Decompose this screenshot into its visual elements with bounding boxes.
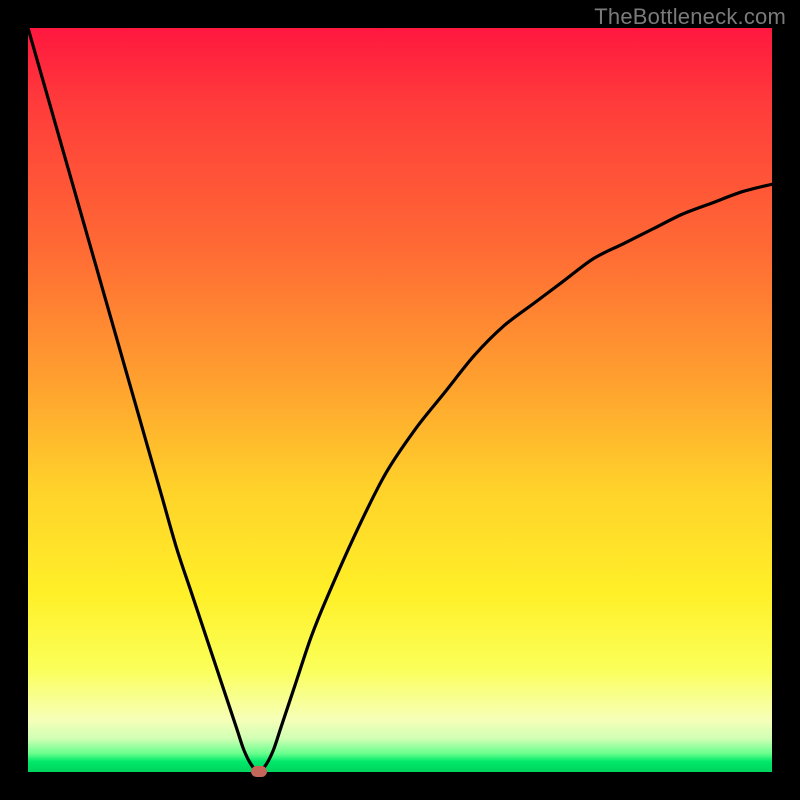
chart-frame: TheBottleneck.com: [0, 0, 800, 800]
chart-plot-area: [28, 28, 772, 772]
attribution-label: TheBottleneck.com: [594, 4, 786, 30]
chart-minimum-marker: [251, 766, 267, 777]
chart-line: [28, 28, 772, 772]
